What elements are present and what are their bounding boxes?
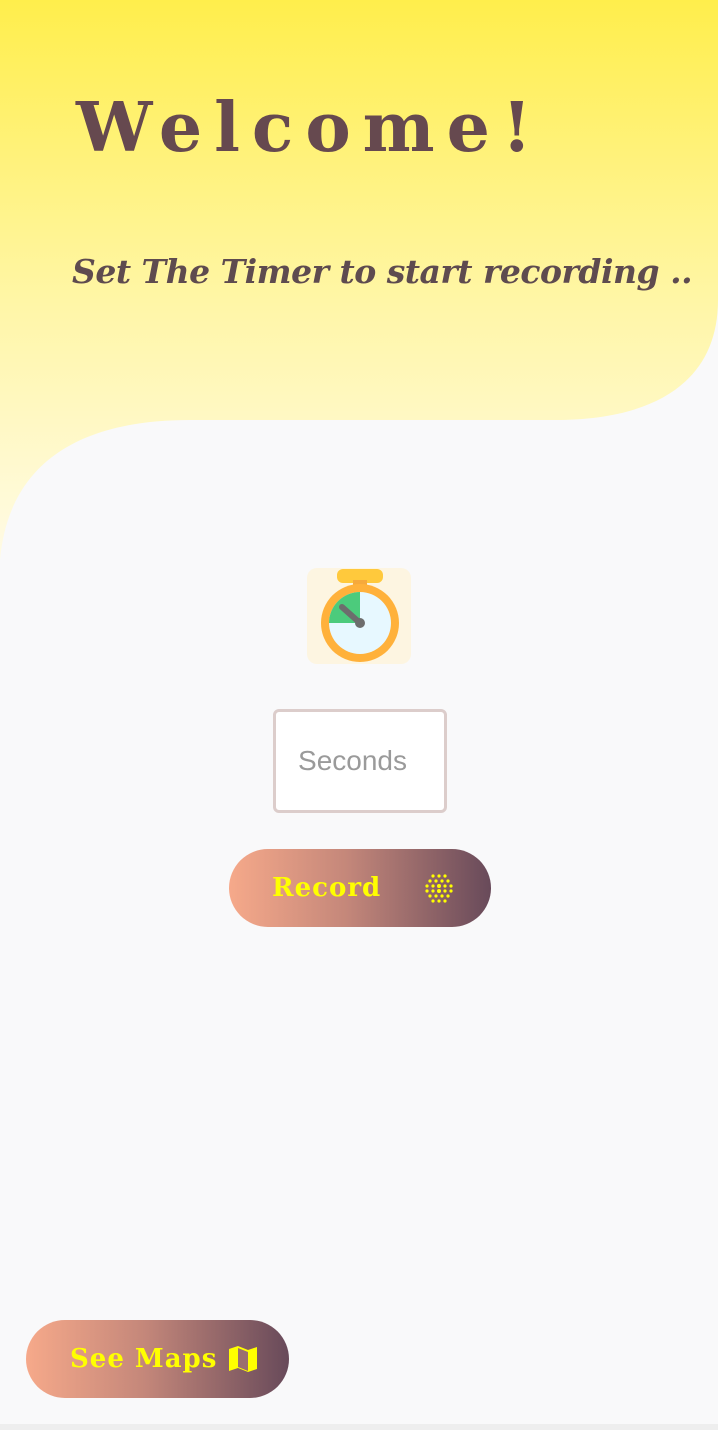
page-subtitle: Set The Timer to start recording .. <box>72 252 693 291</box>
seconds-input[interactable] <box>273 709 447 813</box>
see-maps-button-label: See Maps <box>70 1344 218 1374</box>
stopwatch-icon <box>307 568 411 664</box>
page-title: Welcome! <box>76 88 544 168</box>
record-button-label: Record <box>272 873 382 903</box>
main-screen: Welcome! Set The Timer to start recordin… <box>0 0 718 1430</box>
bottom-divider <box>0 1424 718 1430</box>
record-button[interactable]: Record <box>229 849 491 927</box>
see-maps-button[interactable]: See Maps <box>26 1320 289 1398</box>
map-icon <box>229 1346 258 1372</box>
waveform-dots-icon <box>425 874 453 903</box>
